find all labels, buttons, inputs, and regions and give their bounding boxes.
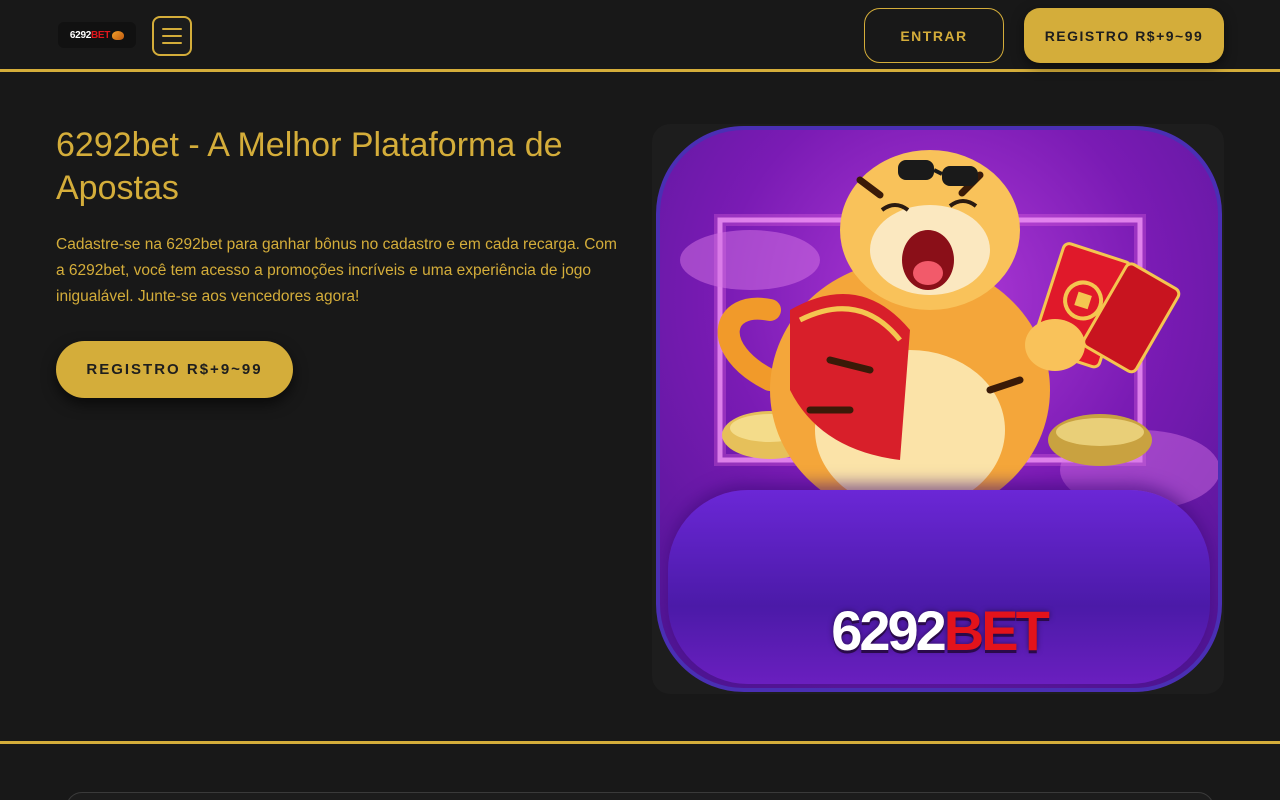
next-section-panel xyxy=(66,792,1214,800)
promo-card[interactable]: 6292BET xyxy=(656,126,1222,692)
page-title: 6292bet - A Melhor Plataforma de Apostas xyxy=(56,126,563,207)
hamburger-menu-icon xyxy=(162,35,182,37)
promo-brand-suffix: BET xyxy=(943,599,1050,662)
section-divider xyxy=(0,741,1280,744)
logo-number: 6292 xyxy=(69,29,91,41)
logo-brand: BET xyxy=(90,29,111,41)
register-button-hero[interactable]: REGISTRO R$+9~99 xyxy=(56,341,293,398)
promo-card-container: 6292BET xyxy=(652,124,1224,694)
hero-description: Cadastre-se na 6292bet para ganhar bônus… xyxy=(56,236,617,305)
site-logo[interactable]: 6292 BET xyxy=(58,22,136,48)
hamburger-menu-button[interactable] xyxy=(152,16,192,56)
top-header: 6292 BET ENTRAR REGISTRO R$+9~99 xyxy=(0,0,1280,72)
tiger-logo-icon xyxy=(112,30,125,40)
hamburger-menu-icon xyxy=(162,28,182,30)
register-button-header[interactable]: REGISTRO R$+9~99 xyxy=(1024,8,1224,63)
login-button[interactable]: ENTRAR xyxy=(864,8,1004,63)
promo-brand-number: 6292 xyxy=(831,599,947,662)
promo-card-brand: 6292BET xyxy=(660,598,1218,663)
hamburger-menu-icon xyxy=(162,42,182,44)
